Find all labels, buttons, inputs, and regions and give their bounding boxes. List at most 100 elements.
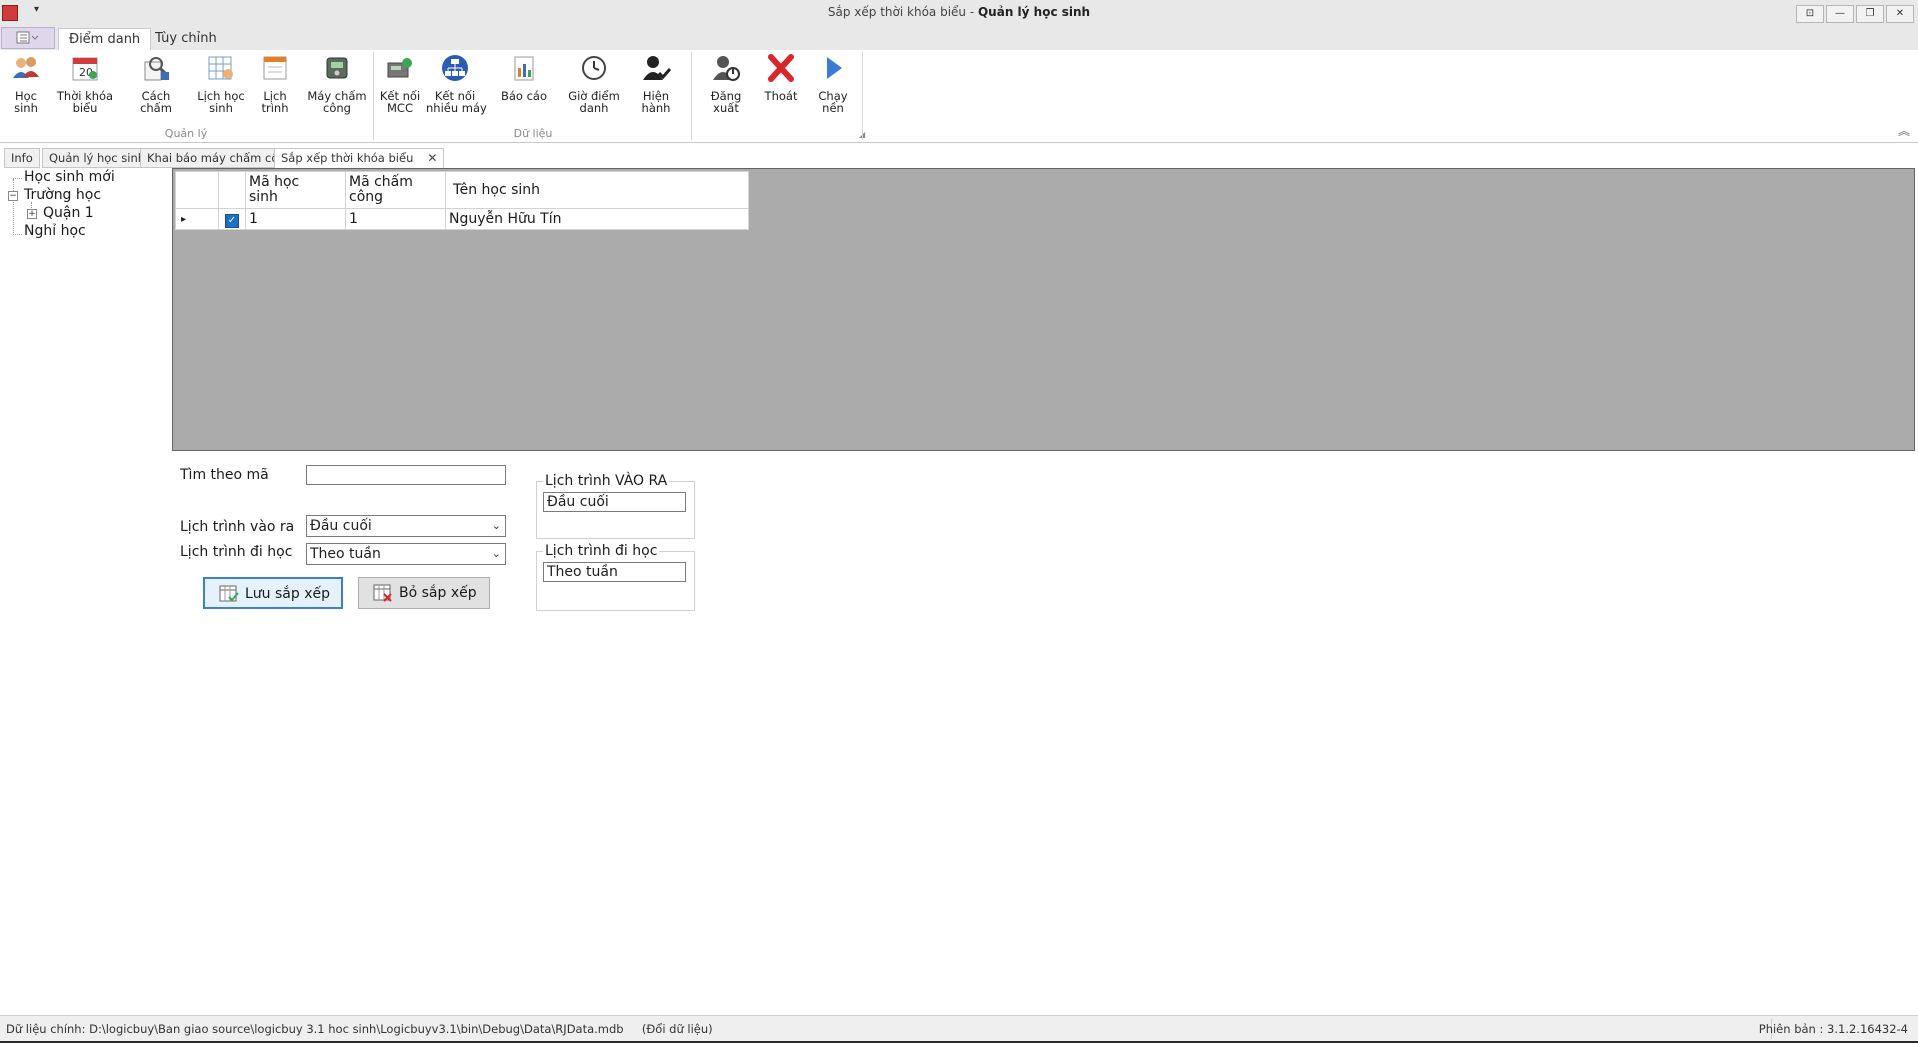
ribbon-group-label-du-lieu: Dữ liệu <box>513 127 553 140</box>
save-button-label: Lưu sắp xếp <box>245 586 330 602</box>
calendar-icon: 20 <box>72 57 98 81</box>
clock-icon <box>582 56 606 80</box>
user-check-icon <box>643 56 672 80</box>
ribbon-button-dang-xuat[interactable]: Đăng xuất <box>698 54 754 114</box>
chevron-down-icon[interactable]: ⌄ <box>492 544 501 564</box>
grid-table: Mã học sinh Mã chấm công Tên học sinh ▸ … <box>175 171 749 230</box>
ribbon-button-cach-cham[interactable]: Cách chấm <box>124 54 188 114</box>
tree-item-truong-hoc[interactable]: Trường học <box>24 187 101 203</box>
connect-icon <box>387 58 412 78</box>
ribbon-button-hoc-sinh[interactable]: Học sinh <box>2 54 50 114</box>
ribbon-button-label: Cách chấm <box>140 89 172 115</box>
table-row[interactable]: ▸ ✓ 1 1 Nguyễn Hữu Tín <box>175 208 749 230</box>
ribbon-button-label: Đăng xuất <box>710 89 742 115</box>
logout-icon <box>713 56 740 81</box>
document-tab-bar: Info Quản lý học sinh Khai báo máy chấm … <box>0 148 1918 169</box>
column-header-ma-cham-cong[interactable]: Mã chấm công <box>345 171 446 209</box>
di-hoc-label: Lịch trình đi học <box>180 544 293 560</box>
doc-tab-label: Sắp xếp thời khóa biểu <box>281 151 414 165</box>
doc-tab-info[interactable]: Info <box>4 148 40 168</box>
tree-line <box>13 178 22 180</box>
tree-item-hoc-sinh-moi[interactable]: Học sinh mới <box>24 169 115 185</box>
schedule-grid-icon <box>208 56 233 80</box>
column-header-ma-hoc-sinh[interactable]: Mã học sinh <box>245 171 346 209</box>
ribbon-button-label: Lịch học sinh <box>197 89 245 115</box>
inspect-icon <box>144 57 169 81</box>
category-tree: Học sinh mới − Trường học + Quận 1 Nghỉ … <box>0 168 170 1008</box>
vao-ra-select[interactable]: Đầu cuối ⌄ <box>306 515 506 537</box>
di-hoc-groupbox: Lịch trình đi học Theo tuần <box>536 543 695 611</box>
tree-item-nghi-hoc[interactable]: Nghỉ học <box>24 223 86 239</box>
ribbon-button-label: Giờ điểm danh <box>568 89 620 115</box>
ribbon-button-ket-noi-nhieu-may[interactable]: Kết nối nhiều máy <box>426 54 487 115</box>
ribbon-button-chay-nen[interactable]: Chạy nền <box>808 54 858 114</box>
save-schedule-icon <box>219 585 239 602</box>
chevron-down-icon[interactable]: ⌄ <box>492 516 501 536</box>
cell-ten-hoc-sinh[interactable]: Nguyễn Hữu Tín <box>445 208 749 230</box>
di-hoc-groupbox-field[interactable]: Theo tuần <box>543 562 686 582</box>
ribbon-tab-tuy-chinh[interactable]: Tùy chỉnh <box>145 28 227 50</box>
window-title-document: Sắp xếp thời khóa biểu - <box>827 5 978 19</box>
vao-ra-groupbox-field[interactable]: Đầu cuối <box>543 492 686 512</box>
remove-button-label: Bỏ sắp xếp <box>399 585 477 601</box>
cell-ma-cham-cong[interactable]: 1 <box>345 208 446 230</box>
students-icon <box>13 57 39 78</box>
ribbon-button-lich-trinh[interactable]: Lịch trình <box>250 54 300 114</box>
ribbon-button-label: Thoát <box>764 89 798 103</box>
ribbon-tab-diem-danh[interactable]: Điểm danh <box>58 28 152 51</box>
vao-ra-groupbox: Lịch trình VÀO RA Đầu cuối <box>536 473 695 539</box>
grid-header-row: Mã học sinh Mã chấm công Tên học sinh <box>175 171 749 209</box>
close-tab-icon[interactable]: ✕ <box>427 151 437 165</box>
ribbon-group-label-quan-ly: Quản lý <box>164 127 208 140</box>
ribbon-button-thoi-khoa-bieu[interactable]: 20 Thời khóa biểu <box>56 54 114 114</box>
window-title-app: Quản lý học sinh <box>977 5 1091 19</box>
ribbon-group-separator <box>691 52 692 140</box>
row-indicator-icon[interactable]: ▸ <box>175 208 219 230</box>
status-version: Phiên bản : 3.1.2.16432-4 <box>1758 1022 1908 1036</box>
di-hoc-select[interactable]: Theo tuần ⌄ <box>306 543 506 565</box>
vao-ra-select-value: Đầu cuối <box>310 518 372 534</box>
report-icon <box>514 56 534 81</box>
ribbon-button-gio-diem-danh[interactable]: Giờ điểm danh <box>564 54 624 114</box>
column-header-ten-hoc-sinh[interactable]: Tên học sinh <box>445 171 749 209</box>
tree-collapse-icon[interactable]: − <box>8 191 18 201</box>
itinerary-icon <box>263 56 287 80</box>
remove-arrangement-button[interactable]: Bỏ sắp xếp <box>358 577 490 609</box>
tree-line <box>13 179 15 235</box>
ribbon-button-label: Kết nối MCC <box>379 89 421 115</box>
row-checkbox-cell[interactable]: ✓ <box>218 208 246 230</box>
ribbon-button-may-cham-cong[interactable]: Máy chấm công <box>306 54 368 114</box>
doc-tab-sap-xep-thoi-khoa-bieu[interactable]: Sắp xếp thời khóa biểu ✕ <box>274 148 445 169</box>
save-arrangement-button[interactable]: Lưu sắp xếp <box>203 577 343 609</box>
ribbon-button-label: Kết nối nhiều máy <box>426 89 487 115</box>
tree-item-quan-1[interactable]: Quận 1 <box>43 205 94 221</box>
status-bar: Dữ liệu chính: D:\logicbuy\Ban giao sour… <box>0 1015 1918 1042</box>
cell-ma-hoc-sinh[interactable]: 1 <box>245 208 346 230</box>
doc-tab-quan-ly-hoc-sinh[interactable]: Quản lý học sinh <box>42 148 153 168</box>
restore-ribbon-button[interactable]: ⊡ <box>1796 5 1824 23</box>
tree-expand-icon[interactable]: + <box>27 209 37 219</box>
app-menu-button[interactable] <box>1 27 55 49</box>
status-data-path[interactable]: Dữ liệu chính: D:\logicbuy\Ban giao sour… <box>6 1016 713 1042</box>
time-clock-icon <box>326 57 348 79</box>
close-button[interactable]: ✕ <box>1886 5 1914 23</box>
ribbon-button-label: Thời khóa biểu <box>56 89 114 115</box>
collapse-ribbon-icon[interactable]: ︽ <box>1898 122 1910 139</box>
ribbon-button-label: Hiện hành <box>641 89 671 115</box>
ribbon-button-thoat[interactable]: Thoát <box>758 54 804 102</box>
vao-ra-groupbox-title: Lịch trình VÀO RA <box>543 473 670 489</box>
ribbon-button-bao-cao[interactable]: Báo cáo <box>498 54 550 102</box>
ribbon-button-ket-noi-mcc[interactable]: Kết nối MCC <box>378 54 422 114</box>
ribbon-button-hien-hanh[interactable]: Hiện hành <box>628 54 684 114</box>
play-icon <box>827 57 842 79</box>
maximize-button[interactable]: ❐ <box>1856 5 1884 23</box>
ribbon: Học sinh 20 Thời khóa biểu Cách chấm Lịc… <box>0 50 1918 143</box>
ribbon-button-label: Chạy nền <box>818 89 848 115</box>
ribbon-button-lich-hoc-sinh[interactable]: Lịch học sinh <box>196 54 246 114</box>
minimize-button[interactable]: — <box>1826 5 1854 23</box>
ribbon-tab-bar: Điểm danh Tùy chỉnh <box>0 26 1918 51</box>
grid-header-checkbox <box>218 171 246 209</box>
title-bar: ▾ Sắp xếp thời khóa biểu - Quản lý học s… <box>0 0 1918 27</box>
search-input[interactable] <box>306 465 506 485</box>
row-checkbox[interactable]: ✓ <box>225 213 239 228</box>
